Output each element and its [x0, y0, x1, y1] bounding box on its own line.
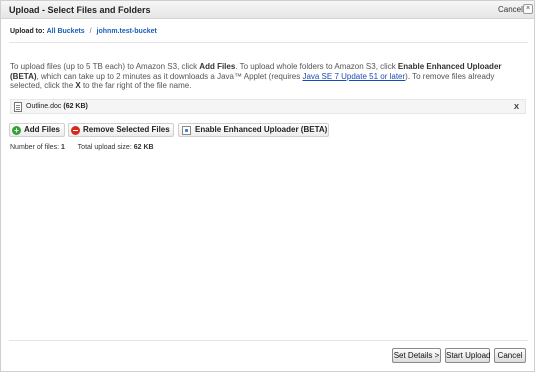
start-upload-button[interactable]: Start Upload	[445, 348, 490, 363]
remove-icon	[71, 126, 80, 135]
add-files-label: Add Files	[24, 125, 61, 134]
footer-divider	[9, 340, 528, 341]
total-size: 62 KB	[133, 144, 154, 151]
remove-file-button[interactable]: X	[514, 102, 519, 111]
enable-enhanced-label: Enable Enhanced Uploader (BETA)	[195, 125, 328, 134]
instructions-add-files: Add Files	[199, 62, 236, 71]
add-icon: +	[12, 126, 21, 135]
remove-selected-files-button[interactable]: Remove Selected Files	[68, 123, 174, 137]
total-size-label: Total upload size:	[77, 144, 132, 151]
header-cancel-link[interactable]: Cancel	[498, 5, 523, 14]
breadcrumb-all-buckets[interactable]: All Buckets	[47, 28, 85, 35]
file-size: (62 KB)	[63, 103, 88, 110]
set-details-button[interactable]: Set Details >	[392, 348, 441, 363]
applet-icon	[182, 126, 191, 135]
document-icon	[14, 102, 22, 112]
add-files-button[interactable]: + Add Files	[9, 123, 65, 137]
close-icon[interactable]: ×	[523, 4, 533, 14]
remove-selected-label: Remove Selected Files	[83, 125, 170, 134]
instructions-text: To upload files (up to 5 TB each) to Ama…	[10, 62, 526, 91]
breadcrumb-bucket[interactable]: johnm.test-bucket	[97, 28, 157, 35]
cancel-button[interactable]: Cancel	[494, 348, 526, 363]
header-divider	[9, 42, 528, 43]
file-count: 1	[60, 144, 65, 151]
java-requirement-link[interactable]: Java SE 7 Update 51 or later	[302, 72, 405, 81]
dialog-title: Upload - Select Files and Folders	[9, 5, 151, 15]
title-bar: Upload - Select Files and Folders Cancel…	[1, 1, 534, 19]
upload-stats: Number of files: 1 Total upload size: 62…	[10, 144, 154, 151]
instructions-part3: , which can take up to 2 minutes as it d…	[36, 71, 303, 81]
file-count-label: Number of files:	[10, 144, 60, 151]
breadcrumb-separator: /	[89, 28, 92, 35]
enable-enhanced-uploader-button[interactable]: Enable Enhanced Uploader (BETA)	[178, 123, 329, 137]
file-name: Outline.doc	[26, 103, 62, 110]
breadcrumb-label: Upload to:	[10, 28, 45, 35]
file-entry: Outline.doc (62 KB)	[26, 103, 88, 110]
instructions-part5: to the far right of the file name.	[80, 81, 192, 90]
upload-dialog: Upload - Select Files and Folders Cancel…	[0, 0, 535, 372]
instructions-part1: To upload files (up to 5 TB each) to Ama…	[10, 62, 200, 71]
instructions-part2: . To upload whole folders to Amazon S3, …	[235, 62, 398, 71]
breadcrumb: Upload to: All Buckets / johnm.test-buck…	[10, 28, 157, 35]
